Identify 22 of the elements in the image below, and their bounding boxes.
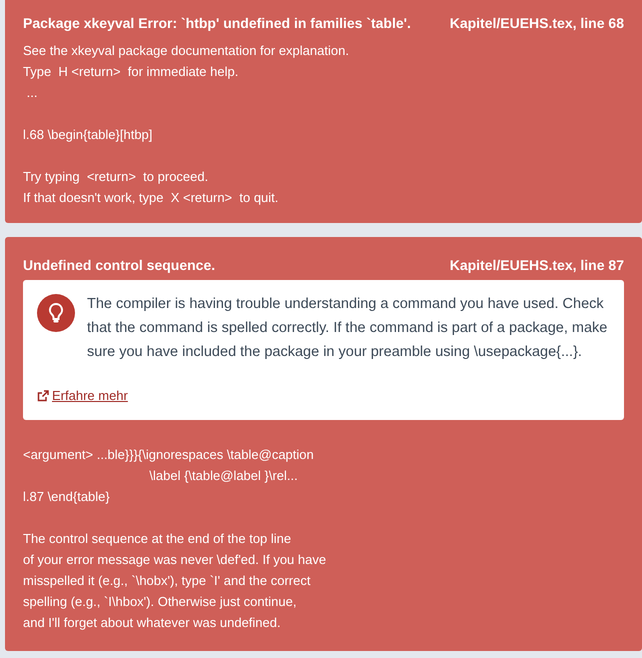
log-line: The control sequence at the end of the top line (23, 530, 292, 548)
learn-more-link[interactable]: Erfahre mehr (37, 386, 128, 406)
log-line: of your error message was never \def'ed. If you have (23, 550, 328, 569)
log-line: spelling (e.g., `I\hbox'). Otherwise just continue, (23, 592, 298, 611)
error-location[interactable]: Kapitel/EUEHS.tex, line 68 (450, 13, 624, 33)
log-line: and I'll forget about whatever was undefined. (23, 614, 282, 632)
error-location[interactable]: Kapitel/EUEHS.tex, line 87 (450, 255, 624, 275)
lightbulb-icon (37, 294, 75, 332)
log-line: See the xkeyval package documentation for explanation. (23, 42, 350, 60)
log-line: If that doesn't work, type X <return> to quit. (23, 189, 280, 207)
log-line: Try typing <return> to proceed. (23, 168, 210, 186)
error-title: Undefined control sequence. (23, 256, 216, 275)
log-line: misspelled it (e.g., `\hobx'), type `I' and the correct (23, 572, 312, 590)
log-line: l.68 \begin{table}[htbp] (23, 126, 154, 144)
log-line: l.87 \end{table} (23, 488, 111, 506)
log-line: \label {\table@label }\rel... (148, 466, 299, 485)
log-line: <argument> ...ble}}}{\ignorespaces \table@caption (23, 446, 315, 464)
log-line: ... (26, 84, 38, 102)
error-title: Package xkeyval Error: `htbp' undefined in families `table'. (23, 14, 411, 33)
log-line: Type H <return> for immediate help. (23, 63, 240, 81)
hint-text: The compiler is having trouble understanding a command you have used. Check that the command is spelled correctly. If the command is part of a package, make sure you have included the package in your preamble using \usepackage{...}. (87, 295, 608, 362)
external-link-icon (37, 390, 49, 402)
